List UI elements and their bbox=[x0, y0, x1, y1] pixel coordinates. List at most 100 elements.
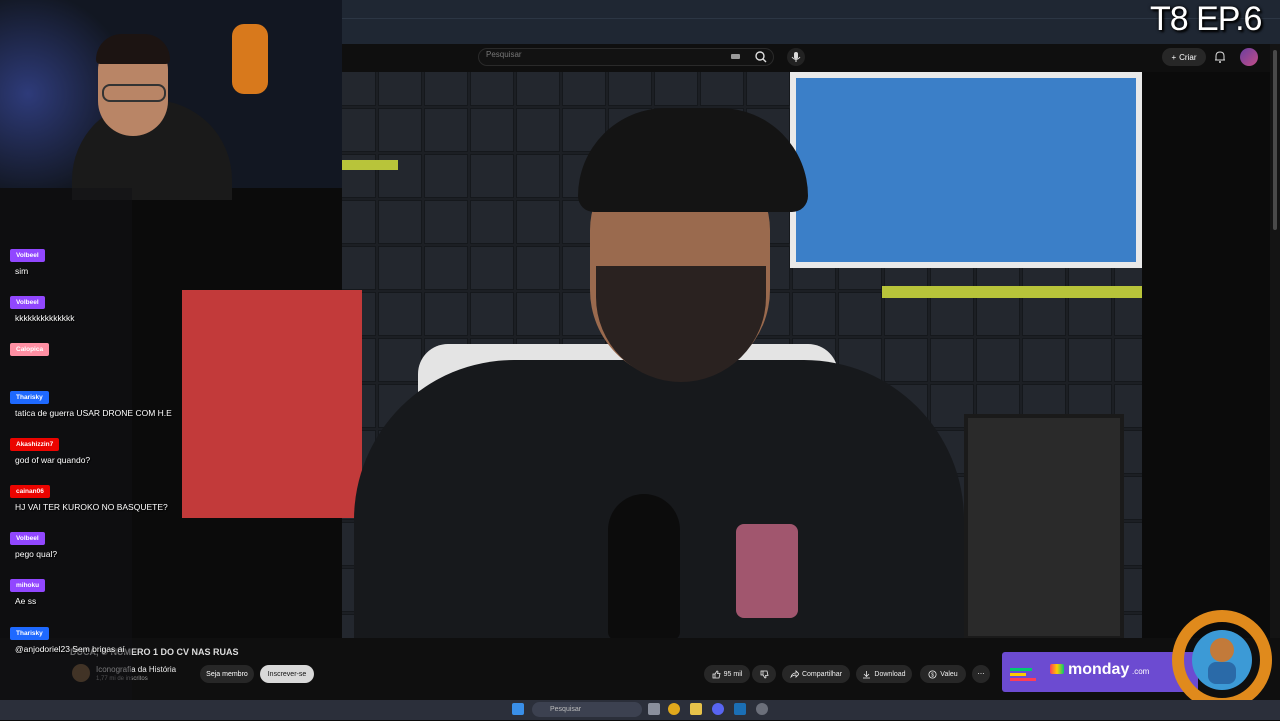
wall-tile bbox=[378, 246, 422, 290]
shirt-print bbox=[736, 524, 798, 618]
wall-tile bbox=[470, 200, 514, 244]
wall-tile bbox=[838, 292, 882, 336]
browser-divider bbox=[342, 18, 1280, 19]
thanks-icon: $ bbox=[928, 670, 937, 678]
wall-tile bbox=[516, 246, 560, 290]
wall-tile bbox=[424, 200, 468, 244]
episode-label: T8 EP.6 bbox=[1150, 0, 1262, 38]
like-count: 95 mil bbox=[723, 670, 743, 678]
mic-icon bbox=[791, 52, 801, 62]
chat-text: kkkkkkkkkkkkkk bbox=[15, 313, 75, 323]
wall-tile bbox=[470, 108, 514, 152]
chat-message: Tharisky tatica de guerra USAR DRONE COM … bbox=[10, 386, 172, 418]
wall-tile bbox=[424, 108, 468, 152]
notifications-button[interactable] bbox=[1212, 49, 1228, 65]
gaming-chair bbox=[232, 24, 268, 94]
steam-icon[interactable] bbox=[734, 703, 746, 715]
download-icon bbox=[863, 670, 871, 678]
thanks-label: Valeu bbox=[940, 670, 958, 678]
wall-tile bbox=[378, 292, 422, 336]
obs-icon[interactable] bbox=[756, 703, 768, 715]
wall-tile bbox=[470, 246, 514, 290]
wall-tile bbox=[470, 154, 514, 198]
wall-tile bbox=[930, 338, 974, 382]
ad-brand-suffix: .com bbox=[1132, 667, 1150, 676]
wall-tile bbox=[378, 200, 422, 244]
task-view-icon[interactable] bbox=[648, 703, 660, 715]
share-button[interactable]: Compartilhar bbox=[782, 665, 850, 683]
chat-username: cainan06 bbox=[10, 485, 50, 498]
chat-username: Tharisky bbox=[10, 391, 49, 404]
wall-tile bbox=[424, 72, 468, 106]
subscribe-button[interactable]: Inscrever-se bbox=[260, 665, 314, 683]
chat-text: @anjodoriel23 Sem brigas aí bbox=[15, 644, 125, 654]
folder-icon[interactable] bbox=[690, 703, 702, 715]
wall-tile bbox=[976, 292, 1020, 336]
wall-tile bbox=[516, 72, 560, 106]
download-label: Download bbox=[874, 670, 906, 678]
wall-tile bbox=[424, 292, 468, 336]
wall-tile bbox=[1114, 338, 1142, 382]
chrome-icon[interactable] bbox=[668, 703, 680, 715]
wall-tile bbox=[746, 72, 790, 106]
shelf bbox=[882, 286, 1142, 298]
wall-tile bbox=[424, 154, 468, 198]
wall-tile bbox=[516, 108, 560, 152]
download-button[interactable]: Download bbox=[856, 665, 912, 683]
chat-message: Volbeel sim bbox=[10, 244, 45, 276]
scrollbar-thumb[interactable] bbox=[1273, 50, 1277, 230]
wall-tile bbox=[1022, 292, 1066, 336]
thumbs-up-icon bbox=[712, 670, 721, 678]
wall-tile bbox=[378, 338, 422, 382]
wall-tile bbox=[884, 338, 928, 382]
wall-tile bbox=[378, 72, 422, 106]
chat-username: Volbeel bbox=[10, 249, 45, 262]
chat-text: sim bbox=[15, 266, 29, 276]
chat-username: Volbeel bbox=[10, 296, 45, 309]
wall-tile bbox=[342, 108, 376, 152]
create-button[interactable]: + Criar bbox=[1162, 48, 1206, 66]
keyboard-icon[interactable] bbox=[731, 54, 740, 59]
chat-message: cainan06 HJ VAI TER KUROKO NO BASQUETE? bbox=[10, 480, 168, 512]
wall-tile bbox=[470, 72, 514, 106]
channel-watermark-logo bbox=[1164, 600, 1280, 716]
chat-message: Akashizzin7 god of war quando? bbox=[10, 433, 90, 465]
chat-text: Ae ss bbox=[15, 596, 37, 606]
like-button[interactable]: 95 mil bbox=[704, 665, 750, 683]
wall-tile bbox=[976, 338, 1020, 382]
ad-brand: monday bbox=[1068, 661, 1130, 678]
more-actions-button[interactable]: ⋯ bbox=[972, 665, 990, 683]
chat-username: Tharisky bbox=[10, 627, 49, 640]
monday-logo-icon bbox=[1050, 664, 1064, 674]
wall-tile bbox=[378, 108, 422, 152]
wall-tile bbox=[470, 292, 514, 336]
wall-tile bbox=[654, 72, 698, 106]
dislike-button[interactable] bbox=[752, 665, 776, 683]
chat-message: Calopica bbox=[10, 338, 50, 356]
taskbar-search[interactable]: Pesquisar bbox=[532, 702, 642, 717]
chat-message: Volbeel pego qual? bbox=[10, 527, 57, 559]
chat-username: Calopica bbox=[10, 343, 50, 356]
voice-search-button[interactable] bbox=[787, 48, 805, 66]
wall-tile bbox=[1068, 338, 1112, 382]
chat-message: Volbeel kkkkkkkkkkkkkk bbox=[10, 291, 75, 323]
chat-message: mihoku Ae ss bbox=[10, 574, 46, 606]
svg-text:$: $ bbox=[931, 672, 934, 678]
search-box[interactable] bbox=[478, 48, 774, 66]
chat-message: Tharisky @anjodoriel23 Sem brigas aí bbox=[10, 622, 125, 654]
wall-tile bbox=[342, 246, 376, 290]
search-input[interactable]: Pesquisar bbox=[486, 50, 522, 59]
wall-tile bbox=[700, 72, 744, 106]
search-button[interactable] bbox=[752, 49, 770, 65]
ad-graphic bbox=[1010, 668, 1040, 682]
plus-icon: + bbox=[1171, 52, 1177, 62]
start-icon[interactable] bbox=[512, 703, 524, 715]
account-avatar[interactable] bbox=[1240, 48, 1258, 66]
wall-tile bbox=[562, 72, 606, 106]
wall-tile bbox=[516, 292, 560, 336]
discord-icon[interactable] bbox=[712, 703, 724, 715]
chat-text: tatica de guerra USAR DRONE COM H.E bbox=[15, 408, 172, 418]
search-icon bbox=[755, 51, 767, 63]
join-button[interactable]: Seja membro bbox=[200, 665, 254, 683]
thanks-button[interactable]: $ Valeu bbox=[920, 665, 966, 683]
